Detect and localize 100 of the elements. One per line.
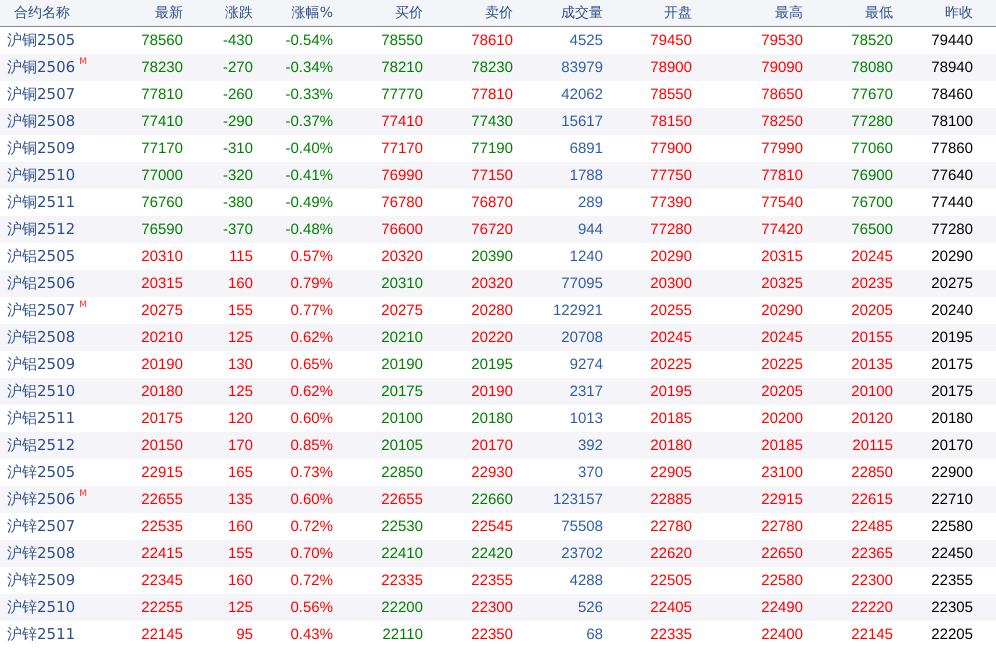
table-cell-text: 20185 [649, 410, 692, 427]
table-cell-text: 20105 [380, 437, 423, 454]
table-cell-text: 20300 [649, 275, 692, 292]
column-header[interactable]: 最高 [692, 4, 803, 22]
table-cell-text: 155 [226, 302, 253, 319]
table-cell-text: 22905 [649, 464, 692, 481]
contract-name[interactable]: 沪锌2510 [7, 598, 76, 617]
table-cell-text: 20275 [930, 275, 973, 292]
table-cell-text: 79450 [649, 32, 692, 49]
contract-name[interactable]: 沪锌2511 [7, 625, 76, 644]
contract-name[interactable]: 沪锌2508 [7, 544, 76, 563]
contract-name[interactable]: 沪铝2505 [7, 247, 76, 266]
table-cell-text: 22710 [930, 491, 973, 508]
contract-name[interactable]: 沪铜2509 [7, 139, 76, 158]
table-cell-text: 22915 [760, 491, 803, 508]
table-cell-text: 20150 [140, 437, 183, 454]
column-header[interactable]: 涨幅% [253, 4, 333, 22]
table-cell-text: 20115 [851, 437, 893, 454]
table-cell-text: 77280 [850, 113, 893, 130]
table-cell-text: 4525 [568, 32, 603, 49]
column-header[interactable]: 成交量 [513, 4, 603, 22]
table-cell-text: 20280 [470, 302, 513, 319]
column-header[interactable]: 昨收 [893, 4, 973, 22]
table-cell-text: 78650 [760, 86, 803, 103]
table-cell-text: -0.48% [284, 221, 333, 238]
column-header[interactable]: 买价 [333, 4, 423, 22]
table-cell-text: 20225 [760, 356, 803, 373]
table-cell-text: 160 [226, 572, 253, 589]
column-header[interactable]: 卖价 [423, 4, 513, 22]
table-cell-text: 122921 [552, 302, 603, 319]
contract-name[interactable]: 沪铝2510 [7, 382, 76, 401]
table-cell-text: 77640 [930, 167, 973, 184]
table-cell-text: 22505 [649, 572, 692, 589]
table-cell-text: 1240 [568, 248, 603, 265]
table-cell-text: 23702 [560, 545, 603, 562]
contract-name[interactable]: 沪铜2512 [7, 220, 76, 239]
table-cell-text: 78210 [380, 59, 423, 76]
table-cell-text: 79090 [760, 59, 803, 76]
table-cell-text: 125 [226, 329, 253, 346]
table-cell-text: 22490 [760, 599, 803, 616]
table-cell-text: 22850 [850, 464, 893, 481]
table-cell-text: 20290 [649, 248, 692, 265]
contract-name[interactable]: 沪锌2507 [7, 517, 76, 536]
table-cell-text: 20210 [140, 329, 183, 346]
contract-name[interactable]: 沪铜2508 [7, 112, 76, 131]
table-cell-text: 6891 [568, 140, 603, 157]
table-cell-text: 20290 [760, 302, 803, 319]
contract-name[interactable]: 沪铝2507 [7, 301, 76, 320]
column-header[interactable]: 开盘 [603, 4, 692, 22]
table-cell-text: 20195 [470, 356, 513, 373]
table-cell-text: 22200 [380, 599, 423, 616]
table-cell-text: 77170 [380, 140, 423, 157]
contract-name[interactable]: 沪锌2509 [7, 571, 76, 590]
contract-name[interactable]: 沪铝2508 [7, 328, 76, 347]
table-cell-text: 22365 [850, 545, 893, 562]
table-cell-text: 20225 [649, 356, 692, 373]
column-header[interactable]: 最低 [803, 4, 893, 22]
table-cell-text: 22615 [850, 491, 893, 508]
table-cell-text: 76590 [140, 221, 183, 238]
table-cell-text: 165 [226, 464, 253, 481]
table-cell-text: 123157 [552, 491, 603, 508]
table-cell-text: 22145 [850, 626, 893, 643]
table-cell-text: 77410 [380, 113, 423, 130]
contract-name[interactable]: 沪铜2510 [7, 166, 76, 185]
table-cell-text: 78550 [649, 86, 692, 103]
table-cell-text: -0.49% [284, 194, 333, 211]
table-cell-text: 77190 [470, 140, 513, 157]
contract-name[interactable]: 沪铝2512 [7, 436, 76, 455]
table-cell-text: 77095 [560, 275, 603, 292]
contract-name[interactable]: 沪铝2511 [7, 409, 76, 428]
table-cell-text: 20315 [760, 248, 803, 265]
table-cell-text: 78150 [649, 113, 692, 130]
table-cell-text: 0.56% [289, 599, 333, 616]
table-cell-text: 78080 [850, 59, 893, 76]
column-header[interactable]: 最新 [130, 4, 183, 22]
contract-name[interactable]: 沪铝2506 [7, 274, 76, 293]
contract-name[interactable]: 沪铜2507 [7, 85, 76, 104]
table-cell-text: 115 [228, 248, 253, 265]
table-cell-text: 20310 [140, 248, 183, 265]
table-cell-text: 20245 [850, 248, 893, 265]
contract-name[interactable]: 沪锌2506 [7, 490, 76, 509]
contract-name[interactable]: 沪铜2506 [7, 58, 76, 77]
contract-name[interactable]: 沪铜2511 [7, 193, 76, 212]
table-cell-text: 20255 [649, 302, 692, 319]
table-cell-text: 120 [226, 410, 253, 427]
table-cell-text: 77280 [930, 221, 973, 238]
contract-name[interactable]: 沪铝2509 [7, 355, 76, 374]
table-cell-text: 83979 [560, 59, 603, 76]
table-cell-text: 20708 [560, 329, 603, 346]
contract-name[interactable]: 沪铜2505 [7, 31, 76, 50]
column-header[interactable]: 涨跌 [183, 4, 253, 22]
column-header[interactable]: 合约名称 [0, 4, 130, 22]
table-cell-text: 77390 [649, 194, 692, 211]
table-cell-text: 20175 [380, 383, 423, 400]
table-cell-text: 22900 [930, 464, 973, 481]
table-cell-text: 20170 [470, 437, 513, 454]
table-cell-text: 20155 [850, 329, 893, 346]
table-cell-text: 1788 [568, 167, 603, 184]
contract-name[interactable]: 沪锌2505 [7, 463, 76, 482]
table-cell-text: 42062 [560, 86, 603, 103]
